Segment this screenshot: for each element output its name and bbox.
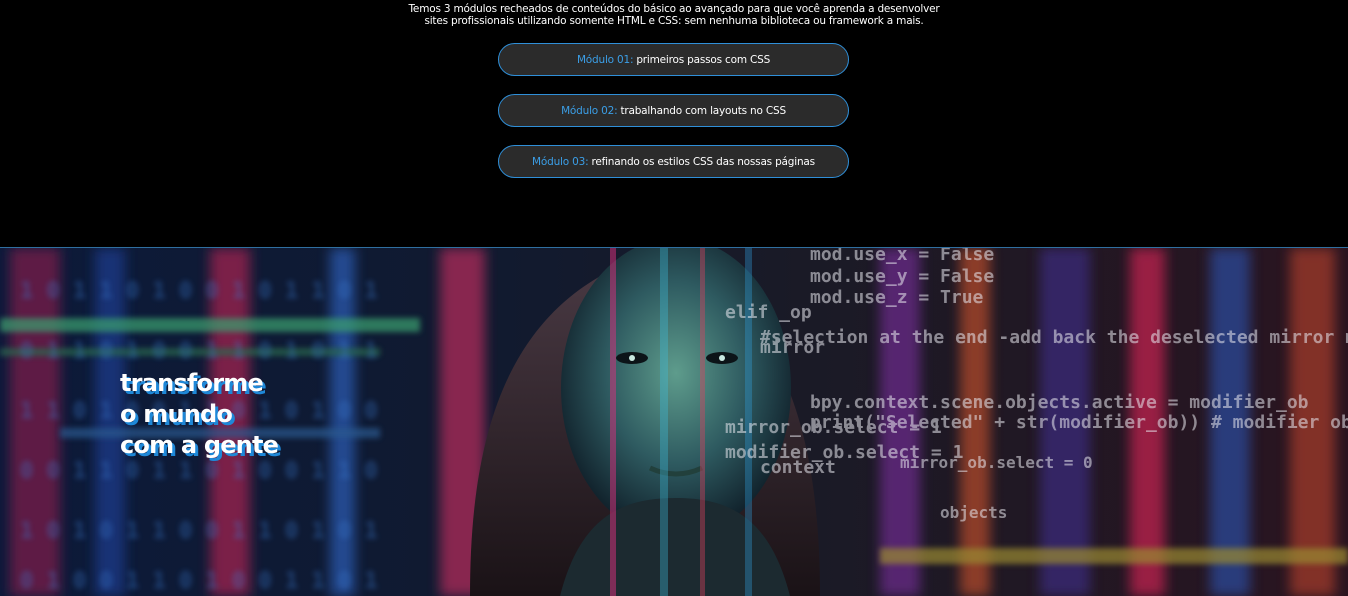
module-01-button[interactable]: Módulo 01: primeiros passos com CSS: [498, 43, 849, 76]
headline-line-2: o mundo: [120, 400, 233, 428]
intro-line-1: Temos 3 módulos recheados de conteúdos d…: [408, 3, 940, 15]
intro-line-2: sites profissionais utilizando somente H…: [424, 15, 924, 27]
module-03-button[interactable]: Módulo 03: refinando os estilos CSS das …: [498, 145, 849, 178]
svg-text:1 0 1 1 0 1 0 0 1 0 1 1 0 1: 1 0 1 1 0 1 0 0 1 0 1 1 0 1: [20, 279, 378, 304]
svg-text:bpy.context.scene.objects.acti: bpy.context.scene.objects.active = modif…: [810, 392, 1309, 413]
svg-text:mod.use_x = False: mod.use_x = False: [810, 248, 994, 265]
module-02-button[interactable]: Módulo 02: trabalhando com layouts no CS…: [498, 94, 849, 127]
module-label: Módulo 02:: [561, 104, 618, 117]
headline-line-3: com a gente: [120, 431, 279, 459]
headline-line-1: transforme: [120, 369, 264, 397]
svg-text:context: context: [760, 457, 836, 478]
module-title: refinando os estilos CSS das nossas pági…: [591, 155, 815, 168]
svg-text:elif _op: elif _op: [725, 302, 812, 323]
hero-banner: 1 0 1 1 0 1 0 0 1 0 1 1 0 1 0 1 1 0 1 0 …: [0, 248, 1348, 596]
svg-text:#selection at the end -add bac: #selection at the end -add back the dese…: [760, 327, 1348, 348]
svg-text:0 1 0 0 1 1 0 1 0 0 1 1 0 1: 0 1 0 0 1 1 0 1 0 0 1 1 0 1: [20, 569, 378, 594]
intro-text: Temos 3 módulos recheados de conteúdos d…: [0, 3, 1348, 27]
module-title: trabalhando com layouts no CSS: [620, 104, 786, 117]
svg-text:mod.use_y = False: mod.use_y = False: [810, 266, 994, 287]
module-label: Módulo 01:: [576, 53, 634, 66]
svg-text:print("Selected" + str(modifie: print("Selected" + str(modifier_ob)) # m…: [810, 412, 1348, 433]
hero-headline: transforme o mundo com a gente: [120, 368, 279, 461]
svg-text:0 1 1 0 1 0 0 1 1 0 1 0 1 1: 0 1 1 0 1 0 0 1 1 0 1 0 1 1: [20, 339, 378, 364]
svg-text:objects: objects: [940, 503, 1007, 522]
svg-text:1 0 1 0 1 1 0 0 1 1 0 1 0 1: 1 0 1 0 1 1 0 0 1 1 0 1 0 1: [20, 519, 378, 544]
svg-text:mod.use_z = True: mod.use_z = True: [810, 287, 984, 308]
svg-text:mirror_ob.select = 0: mirror_ob.select = 0: [900, 453, 1093, 472]
module-label: Módulo 03:: [532, 155, 589, 168]
svg-text:0 0 1 1 0 1 1 0 1 0 0 1 1 0: 0 0 1 1 0 1 1 0 1 0 0 1 1 0: [20, 459, 378, 484]
module-title: primeiros passos com CSS: [636, 53, 771, 66]
modules-section: Temos 3 módulos recheados de conteúdos d…: [0, 0, 1348, 247]
